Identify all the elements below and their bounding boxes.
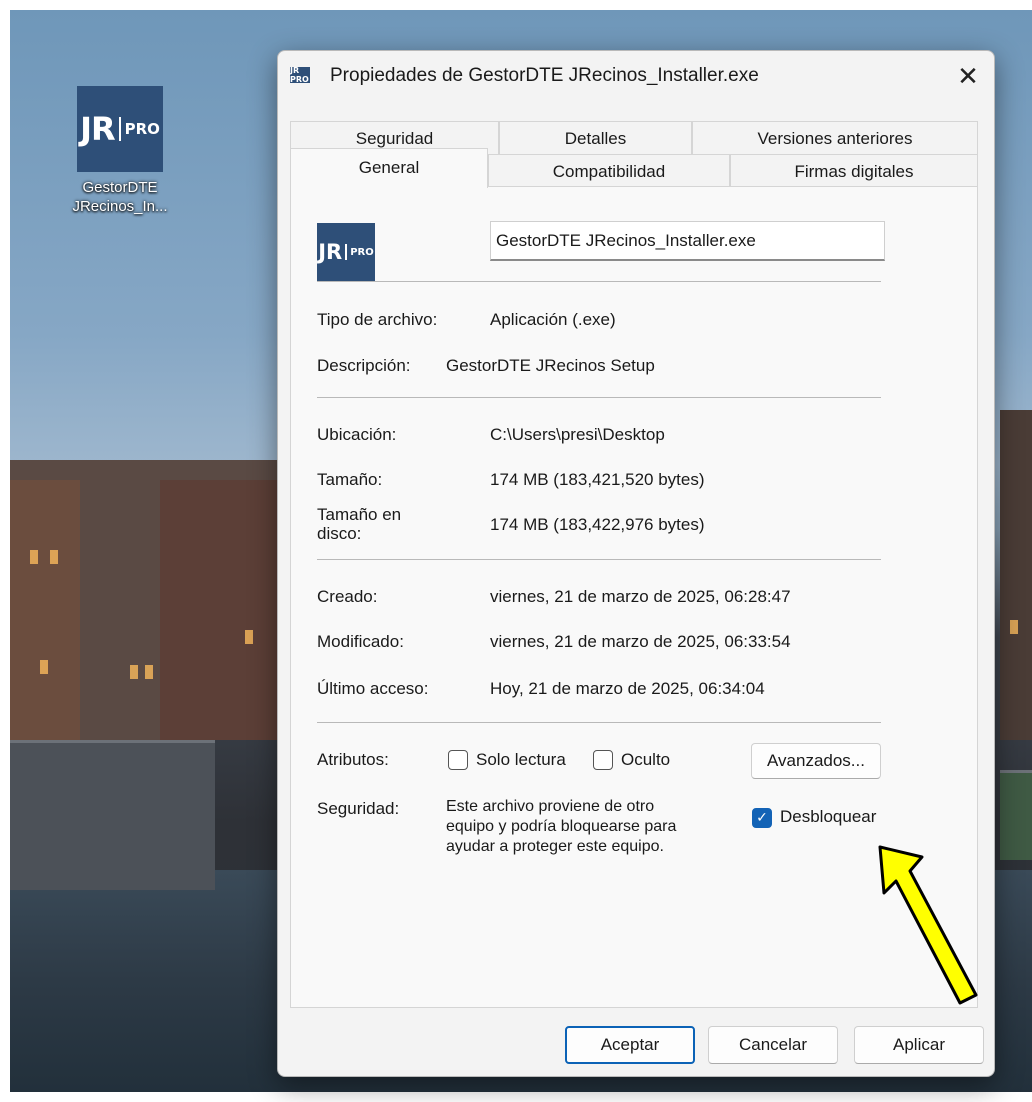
separator [317, 397, 881, 398]
hidden-label[interactable]: Oculto [621, 750, 670, 770]
security-label: Seguridad: [317, 799, 400, 818]
unblock-label[interactable]: Desbloquear [780, 807, 876, 827]
security-text: Este archivo proviene de otro equipo y p… [446, 798, 677, 855]
accessed-label: Último acceso: [317, 679, 429, 698]
size-value: 174 MB (183,421,520 bytes) [490, 470, 705, 489]
file-type-label: Tipo de archivo: [317, 310, 438, 329]
created-label: Creado: [317, 587, 378, 606]
tab-firmas-digitales[interactable]: Firmas digitales [730, 154, 978, 187]
modified-label: Modificado: [317, 632, 404, 651]
unblock-checkbox[interactable]: ✓ [752, 808, 772, 828]
file-name-field[interactable]: GestorDTE JRecinos_Installer.exe [490, 221, 885, 261]
tab-general[interactable]: General [290, 148, 488, 188]
dialog-title: Propiedades de GestorDTE JRecinos_Instal… [330, 65, 759, 86]
hidden-checkbox[interactable] [593, 750, 613, 770]
annotation-arrow-shape [878, 845, 978, 1005]
disk-size-label: Tamaño en disco: [317, 505, 402, 543]
tab-detalles[interactable]: Detalles [499, 121, 692, 154]
wallpaper-houseboat [1000, 770, 1032, 860]
readonly-checkbox[interactable] [448, 750, 468, 770]
separator [317, 559, 881, 560]
wallpaper-buildings [1000, 410, 1032, 740]
modified-value: viernes, 21 de marzo de 2025, 06:33:54 [490, 632, 791, 651]
tab-compatibilidad[interactable]: Compatibilidad [488, 154, 730, 187]
cancel-button[interactable]: Cancelar [708, 1026, 838, 1064]
attributes-label: Atributos: [317, 750, 389, 769]
dialog-titlebar[interactable]: JR PRO Propiedades de GestorDTE JRecinos… [278, 51, 994, 101]
wallpaper-houseboat [10, 740, 215, 890]
ok-button[interactable]: Aceptar [565, 1026, 695, 1064]
desktop-icon-label: GestorDTE JRecinos_In... [72, 179, 168, 215]
close-icon[interactable]: ✕ [948, 57, 988, 97]
separator [317, 722, 881, 723]
annotation-arrow [878, 845, 978, 1005]
accessed-value: Hoy, 21 de marzo de 2025, 06:34:04 [490, 679, 765, 698]
jrpro-app-icon: JR PRO [290, 66, 310, 84]
description-label: Descripción: [317, 356, 411, 375]
created-value: viernes, 21 de marzo de 2025, 06:28:47 [490, 587, 791, 606]
apply-button[interactable]: Aplicar [854, 1026, 984, 1064]
jrpro-app-icon: JR PRO [77, 86, 163, 172]
file-icon: JR PRO [317, 223, 375, 281]
separator [317, 281, 881, 282]
wallpaper-buildings [10, 480, 80, 740]
size-label: Tamaño: [317, 470, 383, 489]
location-value: C:\Users\presi\Desktop [490, 425, 665, 444]
location-label: Ubicación: [317, 425, 397, 444]
desktop-icon-installer[interactable]: JR PRO GestorDTE JRecinos_In... [65, 86, 175, 216]
tab-versiones-anteriores[interactable]: Versiones anteriores [692, 121, 978, 154]
readonly-label[interactable]: Solo lectura [476, 750, 566, 770]
disk-size-value: 174 MB (183,422,976 bytes) [490, 515, 705, 534]
wallpaper-buildings [160, 480, 290, 740]
file-type-value: Aplicación (.exe) [490, 310, 616, 329]
advanced-button[interactable]: Avanzados... [751, 743, 881, 779]
description-value: GestorDTE JRecinos Setup [446, 356, 655, 375]
